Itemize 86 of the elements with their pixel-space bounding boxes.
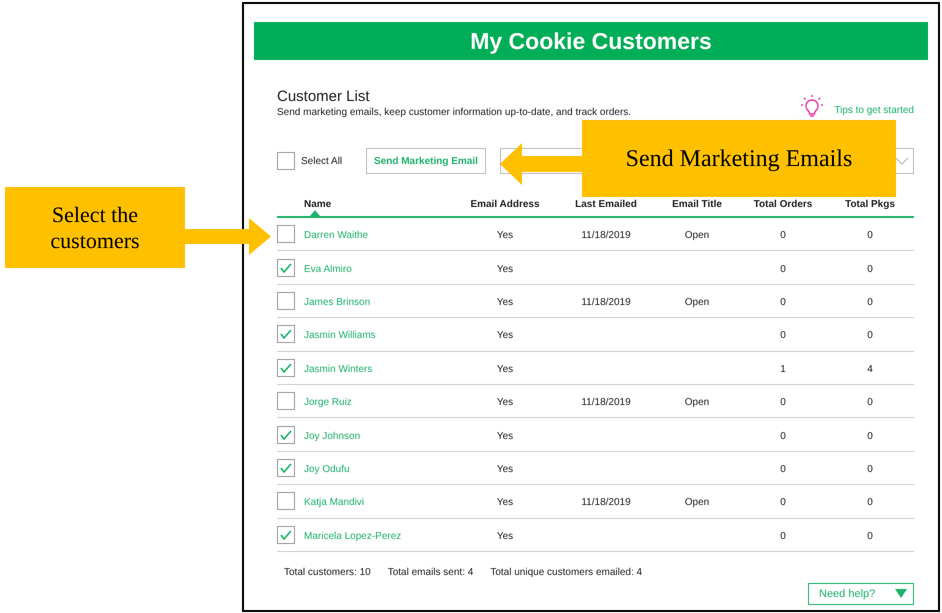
callout-tooltip: Select the customers	[5, 187, 185, 268]
row-checkbox[interactable]	[277, 225, 295, 244]
customer-name-link[interactable]: Joy Odufu	[304, 464, 350, 475]
packages-cell: 0	[867, 430, 873, 442]
summary-stat: Total customers: 10	[284, 566, 371, 580]
customer-name-link[interactable]: Katja Mandivi	[304, 497, 364, 508]
column-header[interactable]: Last Emailed	[546, 196, 666, 212]
email-cell: Yes	[496, 264, 514, 275]
packages-cell: 0	[867, 296, 873, 308]
packages-cell: 0	[867, 264, 873, 275]
customer-name-link[interactable]: Maricela Lopez-Perez	[304, 530, 402, 542]
date-cell: 11/18/2019	[581, 230, 631, 242]
row-checkbox[interactable]	[277, 325, 295, 344]
orders-cell: 1	[780, 364, 786, 375]
customer-name-link[interactable]: Joy Johnson	[304, 430, 360, 442]
summary-stat: Total emails sent: 4	[388, 566, 474, 580]
customer-name-link[interactable]: Darren Waithe	[304, 230, 368, 242]
email-cell: Yes	[496, 397, 514, 408]
packages-cell: 4	[867, 364, 873, 375]
page-title: My Cookie Customers	[470, 26, 712, 56]
customer-name-link[interactable]: James Brinson	[304, 296, 370, 308]
select-all-checkbox[interactable]	[277, 152, 295, 170]
callout-tooltip: Send Marketing Emails	[582, 120, 896, 197]
orders-cell: 0	[780, 464, 786, 475]
orders-cell: 0	[780, 296, 786, 308]
customer-name-link[interactable]: Eva Almiro	[304, 264, 352, 275]
orders-cell: 0	[780, 530, 786, 542]
email-cell: Yes	[496, 230, 514, 242]
column-header[interactable]: Total Orders	[728, 196, 838, 212]
checkmark-icon	[280, 430, 292, 440]
orders-cell: 0	[780, 497, 786, 508]
customer-name-link[interactable]: Jasmin Williams	[304, 330, 376, 342]
email-title-cell: Open	[684, 397, 710, 408]
column-header[interactable]: Email Address	[464, 196, 546, 212]
email-cell: Yes	[496, 530, 514, 542]
email-cell: Yes	[496, 330, 514, 342]
email-title-cell: Open	[684, 497, 710, 508]
row-checkbox[interactable]	[277, 258, 295, 277]
customer-name-link[interactable]: Jasmin Winters	[304, 364, 372, 375]
orders-cell: 0	[780, 264, 786, 275]
packages-cell: 0	[867, 330, 873, 342]
select-all-label: Select All	[301, 154, 342, 168]
checkmark-icon	[280, 462, 292, 473]
row-checkbox[interactable]	[277, 392, 295, 410]
orders-cell: 0	[780, 330, 786, 342]
caret-icon	[895, 589, 907, 598]
email-title-cell: Open	[684, 230, 710, 242]
row-checkbox[interactable]	[277, 492, 295, 510]
help-button[interactable]: Need help?	[808, 582, 914, 605]
column-header[interactable]: Total Pkgs	[838, 196, 902, 212]
email-cell: Yes	[496, 464, 514, 475]
packages-cell: 0	[867, 230, 873, 242]
row-checkbox[interactable]	[277, 358, 295, 377]
checkmark-icon	[280, 362, 292, 373]
summary-stat: Total unique customers emailed: 4	[490, 566, 642, 580]
orders-cell: 0	[780, 430, 786, 442]
date-cell: 11/18/2019	[581, 296, 631, 308]
customer-name-link[interactable]: Jorge Ruiz	[304, 397, 352, 408]
section-subtitle: Send marketing emails, keep customer information up-to-date, and track orders.	[277, 106, 632, 120]
row-checkbox[interactable]	[277, 458, 295, 477]
row-checkbox[interactable]	[277, 526, 295, 544]
row-checkbox[interactable]	[277, 292, 295, 310]
row-checkbox[interactable]	[277, 426, 295, 444]
orders-cell: 0	[780, 230, 786, 242]
section-title: Customer List	[277, 88, 371, 106]
date-cell: 11/18/2019	[581, 397, 631, 408]
email-cell: Yes	[496, 430, 514, 442]
lightbulb-icon	[800, 94, 824, 120]
packages-cell: 0	[867, 530, 873, 542]
date-cell: 11/18/2019	[581, 497, 631, 508]
tips-link[interactable]: Tips to get started	[834, 103, 914, 118]
email-cell: Yes	[496, 497, 514, 508]
email-cell: Yes	[496, 364, 514, 375]
packages-cell: 0	[867, 397, 873, 408]
email-title-cell: Open	[684, 296, 710, 308]
checkmark-icon	[280, 329, 292, 340]
column-header[interactable]: Name	[304, 196, 464, 212]
orders-cell: 0	[780, 397, 786, 408]
column-header[interactable]: Email Title	[666, 196, 728, 212]
checkmark-icon	[280, 262, 292, 273]
chevron-down-icon[interactable]	[895, 157, 909, 165]
checkmark-icon	[280, 530, 292, 540]
email-cell: Yes	[496, 296, 514, 308]
send-email-button[interactable]: Send Marketing Email	[366, 148, 486, 174]
packages-cell: 0	[867, 464, 873, 475]
packages-cell: 0	[867, 497, 873, 508]
